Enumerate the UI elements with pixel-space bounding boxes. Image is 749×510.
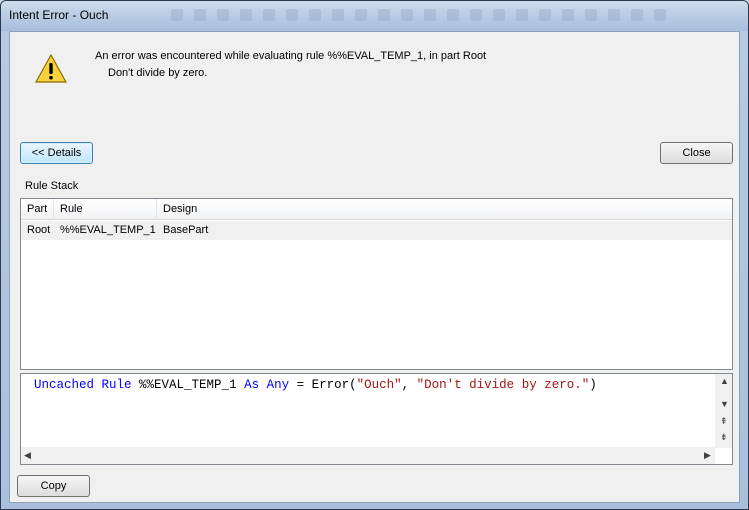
code-string-ouch: "Ouch" bbox=[356, 378, 402, 392]
close-button[interactable]: Close bbox=[660, 142, 733, 164]
scroll-page-icon[interactable]: ⇟ bbox=[720, 432, 728, 443]
code-keyword-as: As bbox=[244, 378, 260, 392]
table-row[interactable]: Root %%EVAL_TEMP_1 BasePart bbox=[21, 221, 732, 240]
window-title: Intent Error - Ouch bbox=[9, 8, 109, 22]
cell-part: Root bbox=[27, 224, 51, 236]
rule-code-view[interactable]: Uncached Rule %%EVAL_TEMP_1 As Any = Err… bbox=[20, 373, 733, 465]
scroll-up-icon[interactable]: ▲ bbox=[720, 376, 729, 386]
horizontal-scrollbar[interactable]: ◀ ▶ bbox=[21, 447, 715, 464]
rule-stack-list[interactable]: Part Rule Design Root %%EVAL_TEMP_1 Base… bbox=[20, 198, 733, 370]
code-rule-name: %%EVAL_TEMP_1 bbox=[131, 378, 245, 392]
column-header-rule[interactable]: Rule bbox=[54, 199, 157, 220]
copy-button[interactable]: Copy bbox=[17, 475, 90, 497]
error-message: An error was encountered while evaluatin… bbox=[95, 50, 487, 62]
dialog-client-area: An error was encountered while evaluatin… bbox=[9, 31, 740, 503]
rule-stack-header: Part Rule Design bbox=[21, 199, 732, 220]
details-toggle-button[interactable]: << Details bbox=[20, 142, 93, 164]
error-detail-message: Don't divide by zero. bbox=[108, 67, 208, 79]
rule-stack-label: Rule Stack bbox=[25, 180, 79, 192]
code-error-call: = Error( bbox=[289, 378, 357, 392]
scroll-down-icon[interactable]: ▼ bbox=[720, 399, 729, 409]
code-keyword-any: Any bbox=[266, 378, 290, 392]
column-header-part[interactable]: Part bbox=[21, 199, 54, 220]
scroll-right-icon[interactable]: ▶ bbox=[704, 450, 711, 461]
scroll-step-icon[interactable]: ⇞ bbox=[720, 416, 728, 427]
column-header-design[interactable]: Design bbox=[157, 199, 732, 220]
title-bar[interactable]: Intent Error - Ouch bbox=[1, 1, 748, 31]
code-keyword-rule: Rule bbox=[101, 378, 132, 392]
error-dialog-window: Intent Error - Ouch An error was encount… bbox=[0, 0, 749, 510]
background-toolbar-ghost bbox=[171, 9, 731, 23]
cell-design: BasePart bbox=[163, 224, 209, 236]
code-line: Uncached Rule %%EVAL_TEMP_1 As Any = Err… bbox=[34, 378, 597, 392]
warning-icon bbox=[35, 54, 67, 83]
cell-rule: %%EVAL_TEMP_1 bbox=[60, 224, 156, 236]
vertical-scrollbar[interactable]: ▲ ▼ ⇞ ⇟ bbox=[715, 374, 732, 448]
code-string-message: "Don't divide by zero." bbox=[416, 378, 590, 392]
code-close-paren: ) bbox=[589, 378, 597, 392]
scroll-left-icon[interactable]: ◀ bbox=[24, 450, 31, 461]
code-comma: , bbox=[401, 378, 417, 392]
code-keyword-uncached: Uncached bbox=[34, 378, 95, 392]
